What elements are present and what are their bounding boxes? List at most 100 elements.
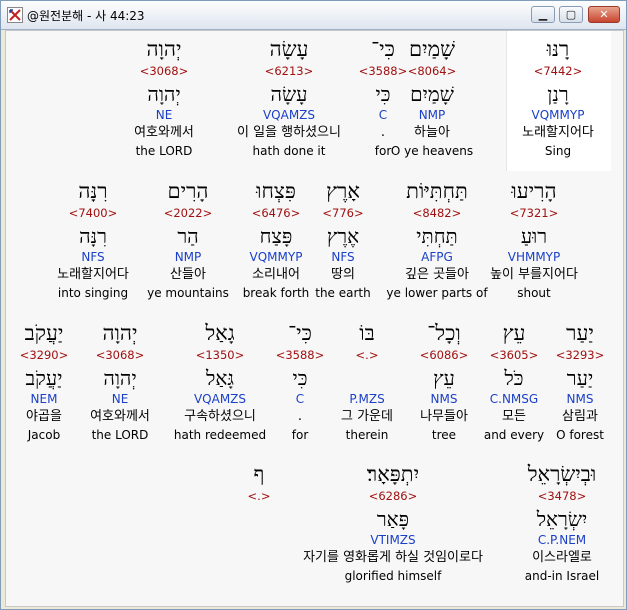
strong-number[interactable]: <.> (332, 348, 402, 362)
strong-number[interactable]: <3293> (552, 348, 608, 362)
parsing-code: C (295, 392, 305, 406)
korean-gloss: 노래할지어다 (57, 267, 129, 282)
strong-number[interactable]: <6476> (236, 206, 316, 220)
hebrew-word: רָנּוּ (546, 37, 570, 61)
english-gloss: for (291, 428, 309, 442)
strong-number[interactable]: <3068> (75, 348, 165, 362)
korean-gloss: 깊은 곳들아 (405, 267, 469, 282)
strong-number[interactable]: <3068> (109, 64, 219, 78)
parsing-code: VQAMZS (193, 392, 247, 406)
strong-number[interactable]: <3588> (353, 64, 413, 78)
strong-number[interactable]: <.> (239, 489, 279, 503)
korean-gloss: 땅의 (331, 267, 355, 282)
korean-gloss: 산들아 (170, 267, 206, 282)
hebrew-word: עָשָׂה (269, 37, 309, 61)
lemma-word: אֶרֶץ (326, 224, 360, 248)
lemma-word: הַר (177, 224, 199, 248)
parsing-code: NFS (81, 250, 105, 264)
hebrew-word: בּוֹ (359, 321, 375, 345)
strong-number[interactable]: <6213> (219, 64, 359, 78)
minimize-icon: ▁ (538, 8, 548, 21)
parsing-code: NMP (174, 250, 202, 264)
lemma-word: כֹּל (504, 366, 524, 390)
parsing-code: VQMMYP (531, 108, 585, 122)
strong-number[interactable]: <6086> (409, 348, 479, 362)
hebrew-word: גָאַל (205, 321, 235, 345)
cross-arrows-icon (7, 7, 23, 23)
english-gloss: ye lower parts of (386, 286, 488, 300)
korean-gloss: 여호와께서 (90, 409, 150, 424)
hebrew-word: תַּחְתִּיּוֹת (406, 179, 468, 203)
english-gloss: O forest (556, 428, 604, 442)
hebrew-word: יְהוָה (102, 321, 138, 345)
lemma-word: פָּאַר (376, 507, 410, 531)
english-gloss: break forth (242, 286, 310, 300)
app-window: @원전분해 - 사 44:23 ▁ ▢ ✕ רָנּוּ <7442> רָנַן V… (0, 0, 627, 610)
lemma-word: תַּחְתִּי (416, 224, 458, 248)
hebrew-word: יִתְפָּאָר׃ (366, 462, 420, 486)
parsing-code: C.NMSG (489, 392, 539, 406)
hebrew-word: יַעַר (566, 321, 594, 345)
parsing-code: VHMMYP (507, 250, 561, 264)
lemma-word: כִּי (375, 82, 391, 106)
english-gloss: the LORD (135, 144, 193, 158)
maximize-button[interactable]: ▢ (559, 6, 583, 23)
hebrew-word: וְכָל־ (427, 321, 461, 345)
hebrew-word: אָרֶץ (326, 179, 360, 203)
english-gloss: tree (431, 428, 457, 442)
maximize-icon: ▢ (565, 8, 577, 21)
english-gloss: and every (483, 428, 545, 442)
parsing-code: NFS (331, 250, 355, 264)
strong-number[interactable]: <7400> (38, 206, 148, 220)
lemma-word: יְהוָה (147, 82, 181, 106)
lemma-word: פָּצַח (259, 224, 293, 248)
lemma-word: רִנָּה (79, 224, 107, 248)
korean-gloss: 삼림과 (562, 409, 598, 424)
hebrew-word: יְהוָה (146, 37, 182, 61)
window-title: @원전분해 - 사 44:23 (27, 9, 145, 23)
korean-gloss: 노래할지어다 (522, 125, 594, 140)
strong-number[interactable]: <7321> (474, 206, 594, 220)
parsing-code: AFPG (421, 250, 453, 264)
lemma-word: רוּעַ (520, 224, 548, 248)
strong-number[interactable]: <7442> (508, 64, 608, 78)
hebrew-word: עֵץ (502, 321, 526, 345)
title-bar[interactable]: @원전분해 - 사 44:23 ▁ ▢ ✕ (1, 1, 626, 30)
strong-number[interactable]: <776> (308, 206, 378, 220)
lemma-word: עֵץ (433, 366, 455, 390)
parsing-code: NE (155, 108, 173, 122)
korean-gloss: 야곱을 (26, 409, 62, 424)
hebrew-word: הָרִים (167, 179, 209, 203)
parsing-code: C (378, 108, 388, 122)
parsing-code: VQMMYP (249, 250, 303, 264)
hebrew-word: רִנָּה (78, 179, 108, 203)
english-gloss: therein (345, 428, 389, 442)
english-gloss: hath redeemed (173, 428, 267, 442)
english-gloss: ye mountains (147, 286, 229, 300)
hebrew-word: כִּי־ (288, 321, 312, 345)
korean-gloss: 여호와께서 (134, 125, 194, 140)
korean-gloss: 모든 (502, 409, 526, 424)
parsing-code: NMS (566, 392, 594, 406)
verse-analysis-panel[interactable]: רָנּוּ <7442> רָנַן VQMMYP 노래할지어다 Sing שָׁמַיִ… (5, 30, 624, 607)
english-gloss: shout (517, 286, 551, 300)
lemma-word: יַעֲקֹב (25, 366, 63, 390)
strong-number[interactable]: <3588> (275, 348, 325, 362)
strong-number[interactable]: <1350> (170, 348, 270, 362)
parsing-code: NE (111, 392, 129, 406)
parsing-code: VTIMZS (370, 533, 416, 547)
minimize-button[interactable]: ▁ (531, 6, 555, 23)
english-gloss: glorified himself (344, 569, 442, 583)
strong-number[interactable]: <8482> (382, 206, 492, 220)
korean-gloss: 구속하셨으니 (184, 409, 256, 424)
close-button[interactable]: ✕ (588, 6, 620, 23)
lemma-word: עָשָׂה (270, 82, 308, 106)
strong-number[interactable]: <6286> (263, 489, 523, 503)
korean-gloss: 나무들아 (420, 409, 468, 424)
english-gloss: into singing (57, 286, 129, 300)
strong-number[interactable]: <3605> (479, 348, 549, 362)
strong-number[interactable]: <2022> (143, 206, 233, 220)
english-gloss: for (374, 144, 392, 158)
strong-number[interactable]: <3290> (9, 348, 79, 362)
korean-gloss: 그 가운데 (341, 409, 393, 424)
